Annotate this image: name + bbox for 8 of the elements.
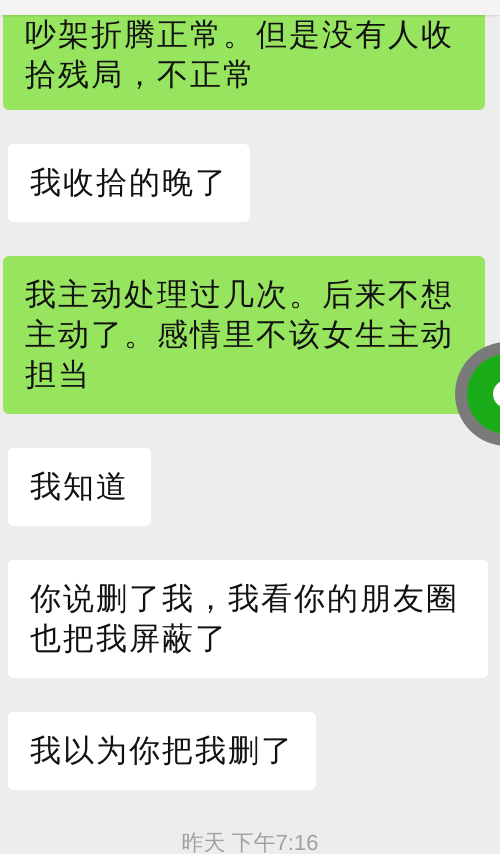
received-message-bubble: 我以为你把我删了 — [8, 712, 316, 790]
received-message-bubble: 你说删了我，我看你的朋友圈也把我屏蔽了 — [8, 560, 488, 678]
received-message-bubble: 我知道 — [8, 448, 151, 526]
received-message-bubble: 我收拾的晚了 — [8, 144, 250, 222]
sent-message-bubble: 吵架折腾正常。但是没有人收拾残局，不正常 — [3, 15, 485, 110]
message-timestamp: 昨天 下午7:16 — [182, 830, 318, 854]
floating-button-icon[interactable] — [455, 342, 500, 446]
sent-message-bubble: 我主动处理过几次。后来不想主动了。感情里不该女生主动担当 — [3, 256, 485, 414]
